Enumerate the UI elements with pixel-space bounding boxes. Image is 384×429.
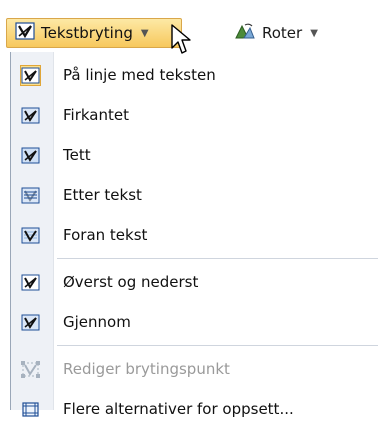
rotate-label: Roter: [262, 24, 303, 42]
menu-item-label: Foran tekst: [63, 226, 148, 244]
edit-wrap-points-icon: [20, 359, 41, 380]
wrap-through-icon: [20, 312, 41, 333]
menu-item-label: Flere alternativer for oppsett...: [63, 400, 294, 418]
text-wrapping-button[interactable]: Tekstbryting ▼: [6, 18, 182, 48]
menu-item-label: Firkantet: [63, 106, 129, 124]
rotate-icon: [234, 22, 256, 44]
menu-item-more-layout-options[interactable]: Flere alternativer for oppsett...: [11, 389, 384, 429]
menu-item-through[interactable]: Gjennom: [11, 302, 384, 342]
ribbon-group: Tekstbryting ▼ Roter ▼: [0, 0, 384, 52]
menu-item-edit-wrap-points: Rediger brytingspunkt: [11, 349, 384, 389]
menu-item-square[interactable]: Firkantet: [11, 95, 384, 135]
wrap-behind-text-icon: [20, 185, 41, 206]
menu-item-label: Øverst og nederst: [63, 273, 199, 291]
chevron-down-icon: ▼: [140, 27, 149, 39]
wrap-tight-icon: [20, 145, 41, 166]
menu-item-label: Tett: [63, 146, 91, 164]
wrap-inline-icon: [20, 65, 41, 86]
wrap-square-icon: [20, 105, 41, 126]
menu-item-inline-with-text[interactable]: På linje med teksten: [11, 55, 384, 95]
menu-item-tight[interactable]: Tett: [11, 135, 384, 175]
rotate-button[interactable]: Roter ▼: [226, 18, 366, 48]
menu-item-label: Gjennom: [63, 313, 131, 331]
wrap-in-front-icon: [20, 225, 41, 246]
menu-separator: [57, 345, 378, 346]
menu-item-label: På linje med teksten: [63, 66, 216, 84]
wrap-top-bottom-icon: [20, 272, 41, 293]
menu-item-label: Etter tekst: [63, 186, 142, 204]
text-wrapping-menu: På linje med teksten Firkantet Tett Ette…: [10, 52, 384, 418]
menu-item-top-and-bottom[interactable]: Øverst og nederst: [11, 262, 384, 302]
menu-item-label: Rediger brytingspunkt: [63, 360, 230, 378]
menu-item-in-front-of-text[interactable]: Foran tekst: [11, 215, 384, 255]
menu-separator: [57, 258, 378, 259]
text-wrapping-icon: [15, 22, 35, 44]
chevron-down-icon: ▼: [310, 27, 318, 39]
menu-item-behind-text[interactable]: Etter tekst: [11, 175, 384, 215]
text-wrapping-label: Tekstbryting: [41, 24, 133, 42]
